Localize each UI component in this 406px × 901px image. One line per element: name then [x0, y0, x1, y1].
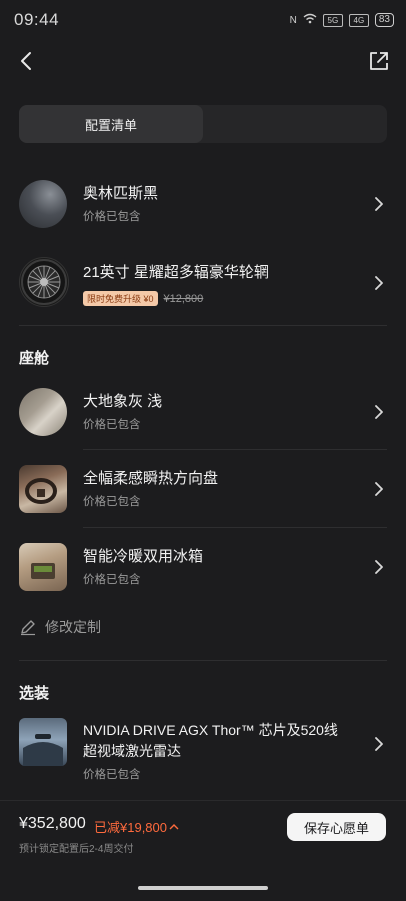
chevron-right-icon — [375, 560, 383, 574]
discount-toggle[interactable]: 已减¥19,800 — [94, 817, 179, 836]
home-indicator[interactable] — [138, 886, 268, 890]
battery-icon: 83 — [374, 13, 394, 27]
list-item-steering-wheel[interactable]: 全幅柔感瞬热方向盘 价格已包含 — [19, 463, 387, 515]
delivery-estimate: 预计锁定配置后2-4周交付 — [19, 844, 134, 855]
item-title: 21英寸 星耀超多辐豪华轮辋 — [83, 264, 269, 281]
item-title: 智能冷暖双用冰箱 — [83, 548, 204, 565]
fridge-photo-icon — [19, 543, 67, 591]
item-title: 大地象灰 浅 — [83, 393, 163, 410]
list-item-fridge[interactable]: 智能冷暖双用冰箱 价格已包含 — [19, 541, 387, 593]
nav-bar — [0, 42, 406, 82]
promo-badge: 限时免费升级 ¥0 — [83, 291, 158, 306]
chevron-right-icon — [375, 276, 383, 290]
item-subtitle: 价格已包含 — [83, 211, 141, 223]
chevron-left-icon — [21, 52, 31, 70]
chevron-right-icon — [375, 737, 383, 751]
status-time: 09:44 — [14, 10, 60, 29]
divider — [19, 660, 387, 661]
status-icons: N 5G 4G 83 — [290, 13, 394, 27]
divider — [83, 527, 387, 528]
segmented-tabs: 配置清单 — [19, 105, 387, 143]
interior-color-swatch-icon — [19, 388, 67, 436]
save-wishlist-button[interactable]: 保存心愿单 — [287, 813, 386, 841]
item-title: 全幅柔感瞬热方向盘 — [83, 470, 219, 487]
list-item-lidar[interactable]: NVIDIA DRIVE AGX Thor™ 芯片及520线 超视域激光雷达 价… — [19, 716, 387, 786]
lidar-photo-icon — [19, 718, 67, 766]
section-title-cabin: 座舱 — [19, 350, 50, 367]
divider — [83, 449, 387, 450]
section-title-options: 选装 — [19, 685, 50, 702]
item-subtitle: 价格已包含 — [83, 419, 141, 431]
chevron-right-icon — [375, 482, 383, 496]
item-title-line2: 超视域激光雷达 — [83, 743, 181, 759]
chevron-right-icon — [375, 197, 383, 211]
discount-amount: 已减¥19,800 — [94, 820, 167, 835]
item-subtitle: 价格已包含 — [83, 769, 141, 781]
item-subtitle: 价格已包含 — [83, 496, 141, 508]
list-item-wheel[interactable]: 21英寸 星耀超多辐豪华轮辋 限时免费升级 ¥0 ¥12,800 — [19, 255, 387, 311]
promo-row: 限时免费升级 ¥0 ¥12,800 — [83, 291, 203, 306]
original-price: ¥12,800 — [163, 292, 204, 305]
tab-secondary[interactable] — [203, 105, 387, 143]
nfc-icon: N — [289, 14, 297, 26]
item-title-line1: NVIDIA DRIVE AGX Thor™ 芯片及520线 — [83, 722, 338, 738]
chevron-up-icon — [169, 823, 179, 829]
share-button[interactable] — [364, 46, 394, 76]
network-4g-icon: 4G — [348, 13, 369, 27]
divider — [19, 325, 387, 326]
share-icon — [370, 52, 388, 70]
list-item-paint[interactable]: 奥林匹斯黑 价格已包含 — [19, 178, 387, 230]
pencil-icon — [21, 620, 35, 636]
item-title: 奥林匹斯黑 — [83, 185, 159, 202]
list-item-interior-color[interactable]: 大地象灰 浅 价格已包含 — [19, 386, 387, 438]
status-bar: 09:44 N 5G 4G 83 — [0, 0, 406, 40]
back-button[interactable] — [12, 46, 40, 76]
network-5g-icon: 5G — [322, 13, 343, 27]
chevron-right-icon — [375, 405, 383, 419]
tab-config-list[interactable]: 配置清单 — [19, 105, 203, 143]
paint-swatch-icon — [19, 180, 67, 228]
edit-customization-link[interactable]: 修改定制 — [19, 616, 101, 638]
wifi-icon — [303, 13, 317, 27]
wheel-icon — [19, 257, 69, 307]
steering-wheel-photo-icon — [19, 465, 67, 513]
item-subtitle: 价格已包含 — [83, 574, 141, 586]
edit-link-label: 修改定制 — [45, 619, 101, 635]
total-price: ¥352,800 — [19, 815, 86, 832]
